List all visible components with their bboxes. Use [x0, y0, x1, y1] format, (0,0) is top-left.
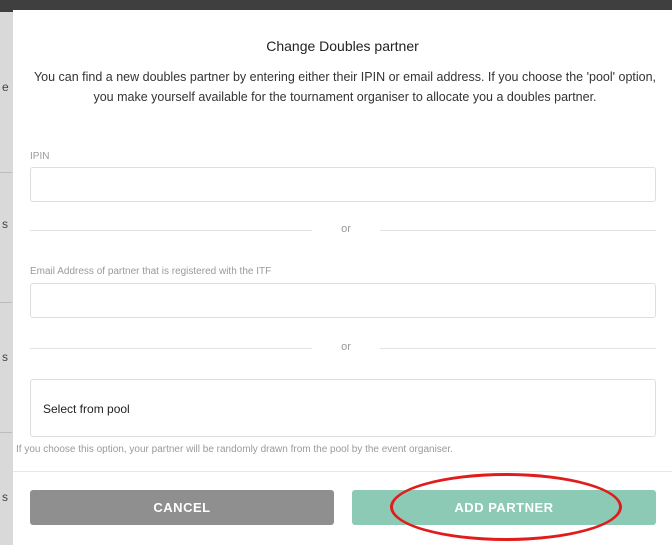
modal-title: Change Doubles partner	[266, 38, 419, 54]
modal-description: You can find a new doubles partner by en…	[33, 70, 657, 104]
background-glyph: s	[2, 217, 8, 231]
ipin-label: IPIN	[30, 151, 50, 162]
background-divider	[0, 432, 12, 433]
background-divider	[0, 172, 12, 173]
or-separator: or	[30, 341, 656, 355]
background-glyph: e	[2, 80, 9, 94]
or-separator: or	[30, 223, 656, 237]
add-partner-button[interactable]: ADD PARTNER	[352, 490, 656, 525]
email-input[interactable]	[30, 283, 656, 318]
separator-line	[30, 348, 312, 349]
select-from-pool-option[interactable]: Select from pool	[30, 379, 656, 437]
or-text: or	[341, 223, 351, 235]
background-divider	[0, 302, 12, 303]
pool-help-text: If you choose this option, your partner …	[16, 444, 453, 455]
email-label: Email Address of partner that is registe…	[30, 266, 272, 277]
pool-option-label: Select from pool	[43, 402, 130, 416]
or-text: or	[341, 341, 351, 353]
background-glyph: s	[2, 350, 8, 364]
background-glyph: s	[2, 490, 8, 504]
separator-line	[380, 348, 656, 349]
separator-line	[30, 230, 312, 231]
ipin-input[interactable]	[30, 167, 656, 202]
background-page-strip: e s s s	[0, 12, 13, 545]
cancel-button[interactable]: CANCEL	[30, 490, 334, 525]
change-partner-modal: Change Doubles partner You can find a ne…	[13, 10, 672, 545]
separator-line	[380, 230, 656, 231]
footer-divider	[13, 471, 672, 472]
